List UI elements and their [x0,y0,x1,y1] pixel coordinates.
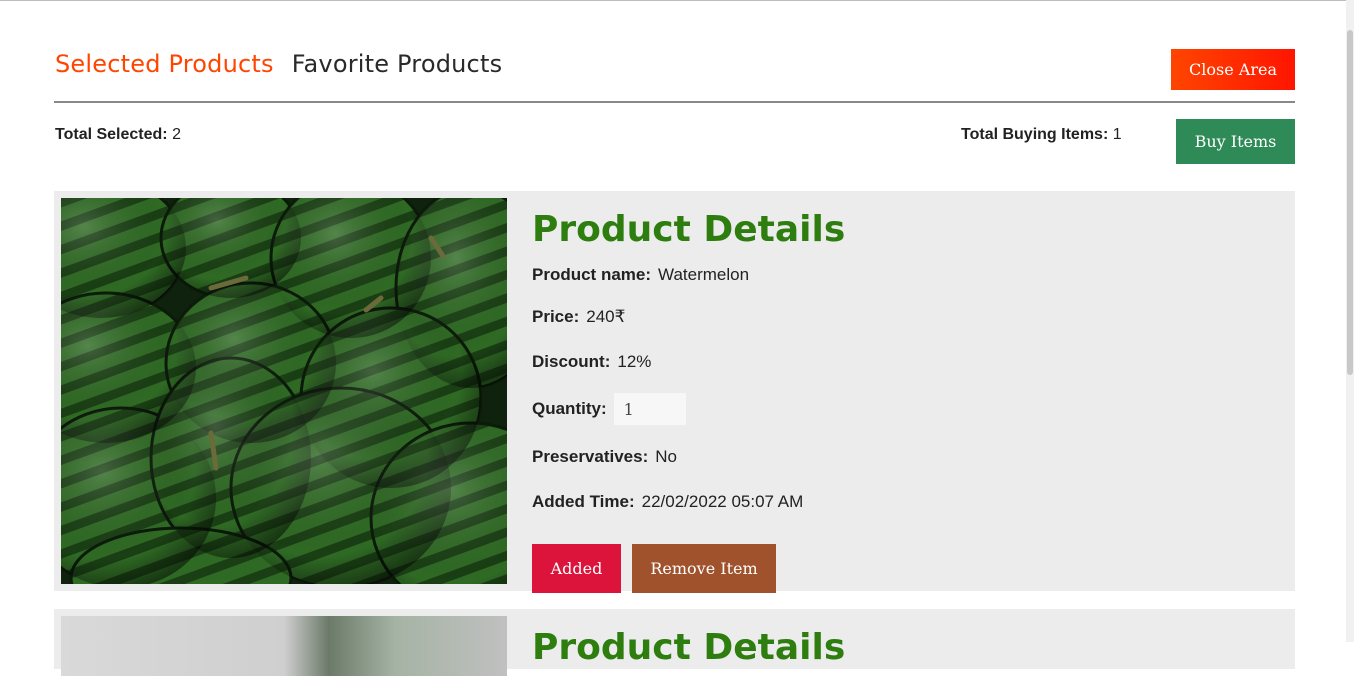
price-label: Price: [532,306,580,326]
total-selected-value: 2 [172,126,181,143]
quantity-input[interactable] [613,393,686,425]
product-card: Product Details [54,609,1295,676]
quantity-label: Quantity: [532,399,607,418]
quantity-row: Quantity: [532,384,845,434]
product-name-value: Watermelon [658,265,750,284]
total-buying-value: 1 [1112,126,1122,143]
product-name-row: Product name: Watermelon [532,256,845,294]
discount-row: Discount: 12% [532,339,845,384]
product-actions: Added Remove Item [532,544,776,593]
total-buying-items: Total Buying Items: 1 [961,126,1122,144]
preservatives-row: Preservatives: No [532,434,845,479]
total-buying-label: Total Buying Items: [961,126,1109,143]
preservatives-label: Preservatives: [532,446,649,466]
tab-selected-products[interactable]: Selected Products [55,50,274,78]
product-image-pineapple [61,616,507,676]
product-image-watermelon [61,198,507,584]
added-time-row: Added Time: 22/02/2022 05:07 AM [532,479,845,524]
product-card: Product Details Product name: Watermelon… [54,191,1295,593]
price-value: 240₹ [586,306,626,326]
remove-item-button[interactable]: Remove Item [632,544,776,593]
price-row: Price: 240₹ [532,294,845,339]
added-time-label: Added Time: [532,491,635,511]
total-selected-label: Total Selected: [55,126,168,143]
added-button[interactable]: Added [532,544,621,593]
scrollbar-thumb[interactable] [1347,30,1353,375]
added-time-value: 22/02/2022 05:07 AM [641,491,804,511]
header-divider [54,101,1295,103]
preservatives-value: No [655,446,677,466]
product-tabs: Selected Products Favorite Products [55,50,502,78]
buy-items-button[interactable]: Buy Items [1176,119,1295,164]
tab-favorite-products[interactable]: Favorite Products [292,50,503,78]
product-details-title: Product Details [532,627,846,668]
product-name-label: Product name: [532,265,652,284]
close-area-button[interactable]: Close Area [1171,49,1295,90]
product-details: Product Details Product name: Watermelon… [532,209,845,524]
discount-label: Discount: [532,351,611,371]
product-details-title: Product Details [532,209,846,250]
total-selected: Total Selected: 2 [55,126,181,144]
discount-value: 12% [617,351,652,371]
top-border [0,0,1354,1]
